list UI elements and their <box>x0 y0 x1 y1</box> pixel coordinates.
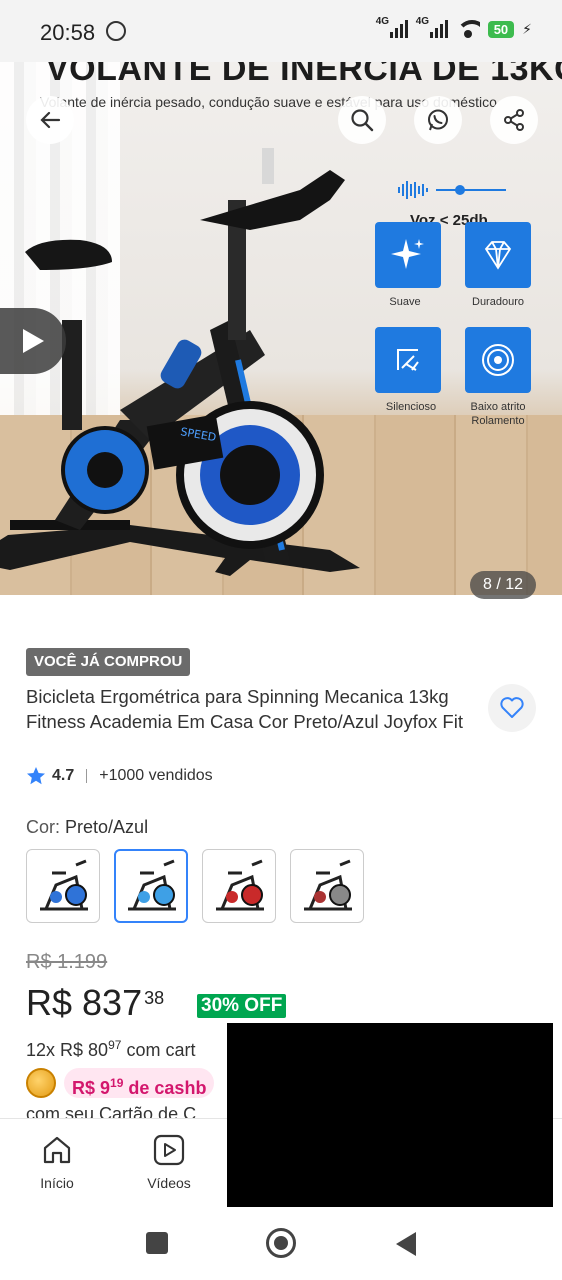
favorite-button[interactable] <box>488 684 536 732</box>
battery-indicator: 50 <box>487 20 515 38</box>
feature-label-bearing: Baixo atrito Rolamento <box>470 401 526 427</box>
whatsapp-share-button[interactable] <box>414 96 462 144</box>
cashback-row: R$ 919 de cashb <box>26 1068 215 1098</box>
heart-icon <box>500 697 524 718</box>
signal-1-icon: 4G <box>376 16 408 38</box>
status-indicators: 4G 4G 50 ⚡ <box>376 16 532 38</box>
play-icon <box>23 329 44 353</box>
cashback-badge: R$ 919 de cashb <box>64 1068 215 1098</box>
play-video-button[interactable] <box>0 308 66 374</box>
redacted-area <box>227 1023 553 1207</box>
nav-home-label: Início <box>40 1175 74 1191</box>
color-thumbnails <box>26 849 364 923</box>
diamond-icon <box>465 222 531 288</box>
video-icon <box>153 1134 185 1166</box>
divider <box>86 769 88 783</box>
color-label: Cor: <box>26 817 61 837</box>
recent-apps-button[interactable] <box>146 1232 168 1254</box>
charging-icon: ⚡ <box>522 20 532 37</box>
share-button[interactable] <box>490 96 538 144</box>
status-time: 20:58 <box>40 20 96 45</box>
silent-icon <box>375 327 441 393</box>
feature-label-durable: Duradouro <box>472 296 524 308</box>
product-image-gallery[interactable]: VOLANTE DE INÉRCIA DE 13KG Volante de in… <box>0 30 562 595</box>
rating-row[interactable]: 4.7 +1000 vendidos <box>26 766 213 786</box>
rating-value: 4.7 <box>52 767 75 784</box>
arrow-left-icon <box>40 111 61 129</box>
home-icon <box>43 1136 71 1164</box>
coin-icon <box>26 1068 56 1098</box>
color-thumb-black-red[interactable] <box>202 849 276 923</box>
already-bought-badge: VOCÊ JÁ COMPROU <box>26 648 191 676</box>
home-system-button[interactable] <box>266 1228 296 1258</box>
installments-text: 12x R$ 8097 com cart <box>26 1038 196 1060</box>
color-selector-label: Cor: Preto/Azul <box>26 817 148 838</box>
feature-label-smooth: Suave <box>389 296 421 308</box>
price-cents: 38 <box>144 988 165 1008</box>
discount-badge: 30% OFF <box>197 994 287 1018</box>
nav-videos[interactable]: Vídeos <box>129 1133 209 1191</box>
image-pager-indicator: 8 / 12 <box>470 571 536 599</box>
product-title: Bicicleta Ergométrica para Spinning Meca… <box>26 686 463 732</box>
current-price: R$ 837 38 <box>26 982 164 1024</box>
whatsapp-icon <box>428 109 448 131</box>
bearing-icon <box>465 327 531 393</box>
color-thumb-black-blue[interactable] <box>26 849 100 923</box>
star-icon <box>27 767 45 785</box>
signal-2-icon: 4G <box>416 16 448 38</box>
nav-videos-label: Vídeos <box>147 1175 191 1191</box>
system-navigation-bar <box>0 1210 562 1280</box>
sold-count: +1000 vendidos <box>99 767 213 784</box>
feature-label-silent: Silencioso <box>385 401 437 413</box>
whatsapp-notification-icon <box>106 21 126 41</box>
color-value: Preto/Azul <box>65 817 149 837</box>
status-bar: 20:58 4G 4G 50 ⚡ <box>0 0 562 62</box>
back-system-button[interactable] <box>396 1232 416 1256</box>
card-info-text: com seu Cartão de C <box>26 1104 197 1118</box>
nav-home[interactable]: Início <box>17 1133 97 1191</box>
wifi-icon <box>455 20 480 38</box>
color-thumb-black-gray[interactable] <box>290 849 364 923</box>
sound-wave-icon <box>398 181 506 199</box>
smooth-feature-icon <box>375 222 441 288</box>
color-thumb-black-blue-selected[interactable] <box>114 849 188 923</box>
search-icon <box>351 109 374 132</box>
share-icon <box>504 109 524 131</box>
back-button[interactable] <box>26 96 74 144</box>
price-integer: 837 <box>82 982 143 1023</box>
price-currency: R$ <box>26 982 73 1023</box>
search-button[interactable] <box>338 96 386 144</box>
original-price: R$ 1.199 <box>26 951 108 973</box>
